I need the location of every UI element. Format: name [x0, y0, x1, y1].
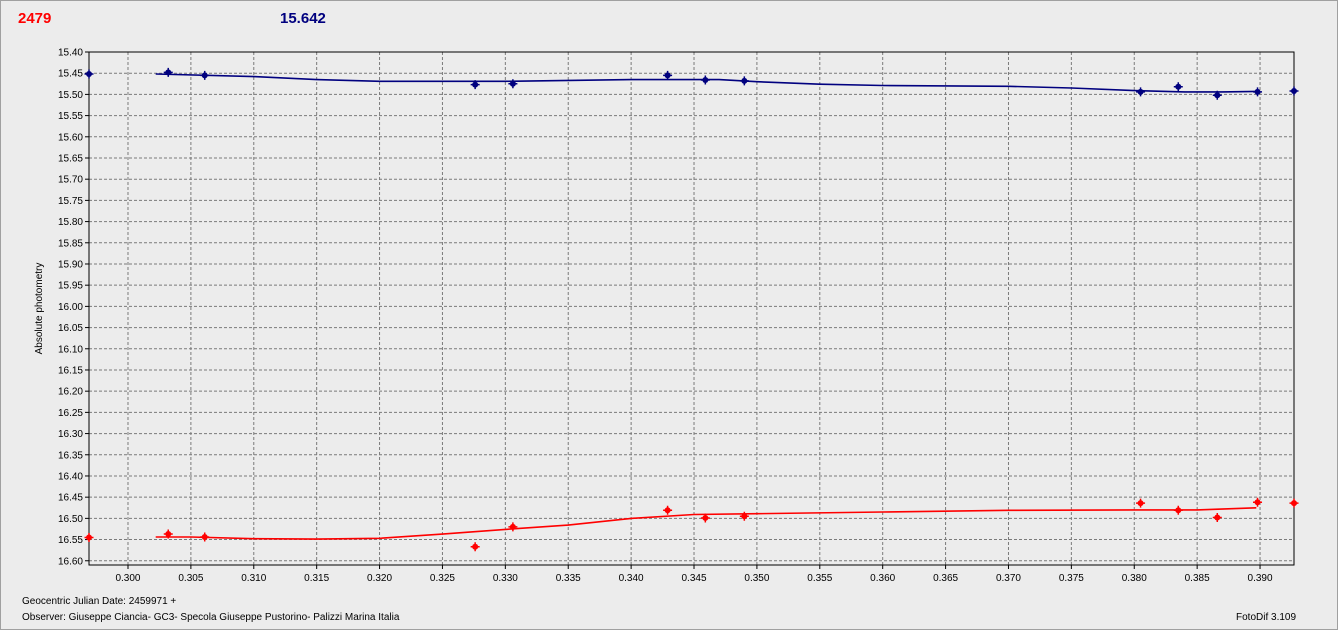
software-label: FotoDif 3.109 [1236, 612, 1297, 623]
y-tick-label: 16.30 [58, 429, 83, 440]
y-tick-label: 16.60 [58, 556, 83, 567]
y-tick-label: 16.35 [58, 450, 83, 461]
x-tick-label: 0.305 [178, 573, 203, 584]
x-tick-label: 0.310 [241, 573, 266, 584]
observer-label: Observer: Giuseppe Ciancia- GC3- Specola… [22, 612, 400, 623]
x-tick-label: 0.375 [1059, 573, 1084, 584]
x-tick-label: 0.360 [870, 573, 895, 584]
y-tick-label: 15.60 [58, 132, 83, 143]
y-tick-label: 15.50 [58, 90, 83, 101]
y-tick-label: 16.05 [58, 323, 83, 334]
x-tick-label: 0.390 [1248, 573, 1273, 584]
y-tick-label: 15.80 [58, 217, 83, 228]
x-tick-label: 0.370 [996, 573, 1021, 584]
y-tick-label: 15.65 [58, 153, 83, 164]
y-tick-label: 15.40 [58, 48, 83, 59]
y-tick-label: 16.20 [58, 387, 83, 398]
x-tick-label: 0.335 [556, 573, 581, 584]
x-tick-label: 0.380 [1122, 573, 1147, 584]
y-axis-label: Absolute photometry [34, 263, 45, 355]
x-tick-label: 0.330 [493, 573, 518, 584]
y-tick-label: 15.75 [58, 196, 83, 207]
plot-area [89, 52, 1294, 565]
y-tick-label: 15.70 [58, 175, 83, 186]
y-tick-label: 16.25 [58, 408, 83, 419]
x-tick-label: 0.325 [430, 573, 455, 584]
y-tick-label: 15.45 [58, 69, 83, 80]
x-tick-label: 0.300 [115, 573, 140, 584]
x-tick-label: 0.315 [304, 573, 329, 584]
date-label: Geocentric Julian Date: 2459971 + [22, 596, 177, 607]
y-tick-label: 16.50 [58, 514, 83, 525]
x-tick-label: 0.355 [807, 573, 832, 584]
y-tick-label: 15.85 [58, 238, 83, 249]
y-tick-label: 15.95 [58, 281, 83, 292]
x-tick-label: 0.320 [367, 573, 392, 584]
x-tick-label: 0.345 [682, 573, 707, 584]
y-tick-label: 15.55 [58, 111, 83, 122]
x-tick-label: 0.385 [1185, 573, 1210, 584]
y-tick-label: 15.90 [58, 259, 83, 270]
x-tick-label: 0.340 [619, 573, 644, 584]
x-tick-label: 0.365 [933, 573, 958, 584]
y-tick-label: 16.00 [58, 302, 83, 313]
photometry-chart: 15.40 15.45 15.50 15.55 15.60 15.65 15.70 15.75… [34, 48, 1299, 584]
y-tick-label: 16.45 [58, 493, 83, 504]
y-tick-label: 16.55 [58, 535, 83, 546]
y-tick-label: 16.15 [58, 365, 83, 376]
y-tick-label: 16.10 [58, 344, 83, 355]
y-tick-label: 16.40 [58, 471, 83, 482]
x-tick-label: 0.350 [744, 573, 769, 584]
